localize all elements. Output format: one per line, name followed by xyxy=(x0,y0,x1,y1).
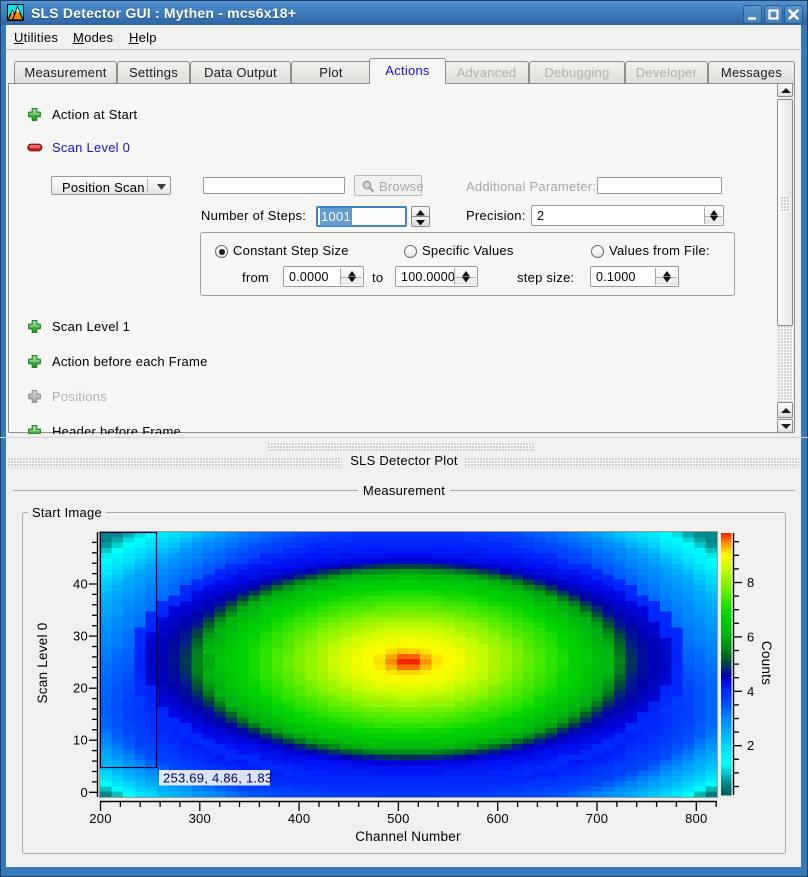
svg-text:600: 600 xyxy=(486,811,508,826)
svg-text:10: 10 xyxy=(73,733,88,748)
svg-text:Counts: Counts xyxy=(759,641,774,685)
svg-text:253.69, 4.86, 1.83: 253.69, 4.86, 1.83 xyxy=(163,771,272,786)
svg-text:500: 500 xyxy=(387,811,409,826)
svg-text:8: 8 xyxy=(747,575,754,590)
svg-text:30: 30 xyxy=(73,629,88,644)
svg-text:800: 800 xyxy=(685,811,707,826)
svg-text:300: 300 xyxy=(189,811,211,826)
svg-text:Scan Level 0: Scan Level 0 xyxy=(35,622,50,703)
svg-text:0: 0 xyxy=(81,785,88,800)
svg-text:6: 6 xyxy=(747,629,754,644)
svg-text:20: 20 xyxy=(73,681,88,696)
svg-text:40: 40 xyxy=(73,577,88,592)
svg-text:700: 700 xyxy=(586,811,608,826)
svg-text:Channel Number: Channel Number xyxy=(355,829,461,844)
svg-text:4: 4 xyxy=(747,684,754,699)
svg-text:2: 2 xyxy=(747,738,754,753)
svg-text:400: 400 xyxy=(288,811,310,826)
svg-text:200: 200 xyxy=(89,811,111,826)
